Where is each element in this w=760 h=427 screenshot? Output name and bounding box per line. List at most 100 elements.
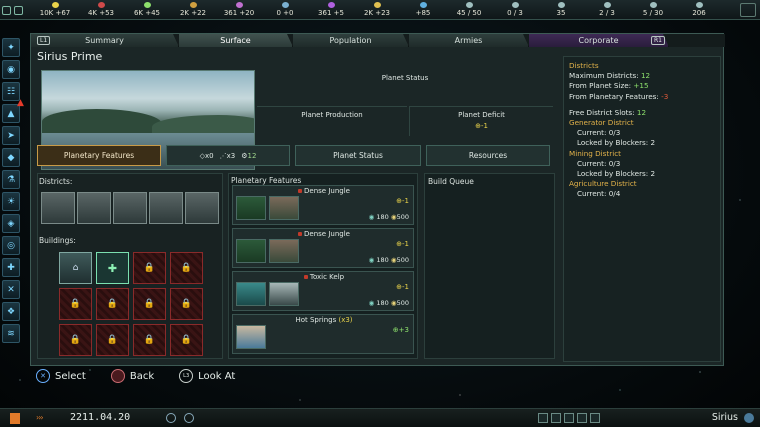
planet-status-button[interactable]: Planet Status [295, 145, 421, 166]
feature-cost: ◉ 180 ◉500 [368, 213, 409, 221]
outliner-sidebar: ✦ ◉ ☷ ▲ ➤ ◆ ⚗ ☀ ◈ ◎ ✚ ✕ ❖ ≋ [2, 38, 22, 343]
resource-item[interactable]: 2K +23 [354, 2, 400, 17]
resource-item[interactable]: 361 +20 [216, 2, 262, 17]
galaxy-icon[interactable]: ◎ [2, 236, 20, 255]
resource-item[interactable]: 2 / 3 [584, 2, 630, 17]
energy-icon [51, 2, 59, 8]
back-hint[interactable]: Back [130, 371, 154, 382]
military-icon[interactable]: ✕ [2, 280, 20, 299]
resource-item[interactable]: 10K +67 [32, 2, 78, 17]
tab-corporate[interactable]: Corporate [529, 34, 669, 47]
look-at-hint[interactable]: Look At [198, 371, 235, 382]
build-queue-panel: Build Queue [424, 173, 555, 359]
locked-slot-icon[interactable]: 🔒 [170, 324, 203, 356]
map-mode-icon[interactable] [577, 413, 587, 423]
locked-slot-icon[interactable]: 🔒 [133, 288, 166, 320]
empire-icon[interactable] [2, 5, 11, 15]
tab-surface[interactable]: Surface [179, 34, 293, 47]
planet-name: Sirius Prime [37, 50, 103, 63]
tab-population[interactable]: Population [293, 34, 409, 47]
resource-item[interactable]: 45 / 50 [446, 2, 492, 17]
species-icon[interactable]: ◉ [2, 60, 20, 79]
feature-item[interactable]: Toxic Kelp ⊕-1 ◉ 180 ◉500 [232, 271, 414, 311]
locked-slot-icon[interactable]: 🔒 [96, 288, 129, 320]
notification-icon[interactable] [166, 413, 176, 423]
building-slot-capital[interactable]: ⌂ [59, 252, 92, 284]
select-hint[interactable]: Select [55, 371, 86, 382]
resource-value: 10K +67 [39, 9, 71, 17]
district-slot[interactable] [185, 192, 219, 224]
district-slot[interactable] [149, 192, 183, 224]
tab-summary[interactable]: Summary [31, 34, 179, 47]
feature-image [269, 282, 299, 306]
blocker-count: ◇x0 [199, 151, 214, 160]
generator-locked: Locked by Blockers: 2 [577, 138, 656, 148]
locked-slot-icon[interactable]: 🔒 [170, 252, 203, 284]
free-district-slots: Free District Slots: 12 [569, 107, 647, 117]
resource-value: 45 / 50 [456, 9, 482, 17]
locked-slot-icon[interactable]: 🔒 [59, 324, 92, 356]
from-planetary-features: From Planetary Features: -3 [569, 91, 669, 101]
planet-production: Planet Production [257, 106, 407, 136]
resource-item[interactable]: 5 / 30 [630, 2, 676, 17]
surface-buttons: Planetary Features ◇x0 ⋰x3 ⚙12 Planet St… [37, 145, 555, 166]
consumer-goods-icon [189, 2, 197, 8]
map-mode-icon[interactable] [564, 413, 574, 423]
government-icon[interactable]: ✦ [2, 38, 20, 57]
speed-icon[interactable]: ››› [36, 413, 44, 422]
district-slot[interactable] [41, 192, 75, 224]
tab-armies[interactable]: Armies [409, 34, 529, 47]
l1-button-hint: L1 [37, 36, 51, 45]
resource-value: 2K +23 [363, 9, 391, 17]
menu-icon[interactable] [14, 5, 23, 15]
feature-item[interactable]: Dense Jungle ⊕-1 ◉ 180 ◉500 [232, 185, 414, 225]
district-slot[interactable] [113, 192, 147, 224]
location-icon[interactable] [744, 413, 754, 423]
resource-value: 4K +53 [87, 9, 115, 17]
map-mode-icon[interactable] [551, 413, 561, 423]
strategic-icon [281, 2, 289, 8]
menu-buttons[interactable] [2, 2, 28, 18]
districts-title: Districts [569, 61, 599, 70]
locked-slot-icon[interactable]: 🔒 [59, 288, 92, 320]
systems-icon [557, 2, 565, 8]
pause-icon[interactable] [10, 413, 20, 424]
planetary-features-button[interactable]: Planetary Features [37, 145, 161, 166]
resource-item[interactable]: 4K +53 [78, 2, 124, 17]
resource-item[interactable]: 0 +0 [262, 2, 308, 17]
planet-tabs: Summary Surface Population Armies Corpor… [31, 34, 725, 47]
add-building-button[interactable]: ✚ [96, 252, 129, 284]
resource-item[interactable]: 2K +22 [170, 2, 216, 17]
fleet-icon[interactable]: ◆ [2, 148, 20, 167]
policies-icon[interactable]: ◈ [2, 214, 20, 233]
resource-item[interactable]: 361 +5 [308, 2, 354, 17]
feature-item[interactable]: Hot Springs (x3) ⊕+3 [232, 314, 414, 354]
ships-icon[interactable]: ➤ [2, 126, 20, 145]
tab-label: Population [329, 36, 372, 45]
resource-item[interactable]: 35 [538, 2, 584, 17]
expansion-icon[interactable]: ✚ [2, 258, 20, 277]
starbase-icon [511, 2, 519, 8]
feature-cost: ◉ 180 ◉500 [368, 299, 409, 307]
resource-item[interactable]: 6K +45 [124, 2, 170, 17]
traditions-icon[interactable]: ☀ [2, 192, 20, 211]
locked-slot-icon[interactable]: 🔒 [170, 288, 203, 320]
resources-button[interactable]: Resources [426, 145, 550, 166]
resource-value: 0 / 3 [507, 9, 523, 17]
district-slot[interactable] [77, 192, 111, 224]
options-icon[interactable] [740, 3, 756, 17]
situation-icon[interactable]: ❖ [2, 302, 20, 321]
map-mode-icon[interactable] [538, 413, 548, 423]
locked-slot-icon[interactable]: 🔒 [133, 252, 166, 284]
production-label: Planet Production [301, 111, 363, 119]
map-mode-icon[interactable] [590, 413, 600, 423]
research-icon[interactable]: ⚗ [2, 170, 20, 189]
locked-slot-icon[interactable]: 🔒 [96, 324, 129, 356]
resource-item[interactable]: 0 / 3 [492, 2, 538, 17]
resource-item[interactable]: +85 [400, 2, 446, 17]
log-icon[interactable]: ≋ [2, 324, 20, 343]
resource-item[interactable]: 206 [676, 2, 722, 17]
feature-item[interactable]: Dense Jungle ⊕-1 ◉ 180 ◉500 [232, 228, 414, 268]
notification-icon[interactable] [184, 413, 194, 423]
locked-slot-icon[interactable]: 🔒 [133, 324, 166, 356]
